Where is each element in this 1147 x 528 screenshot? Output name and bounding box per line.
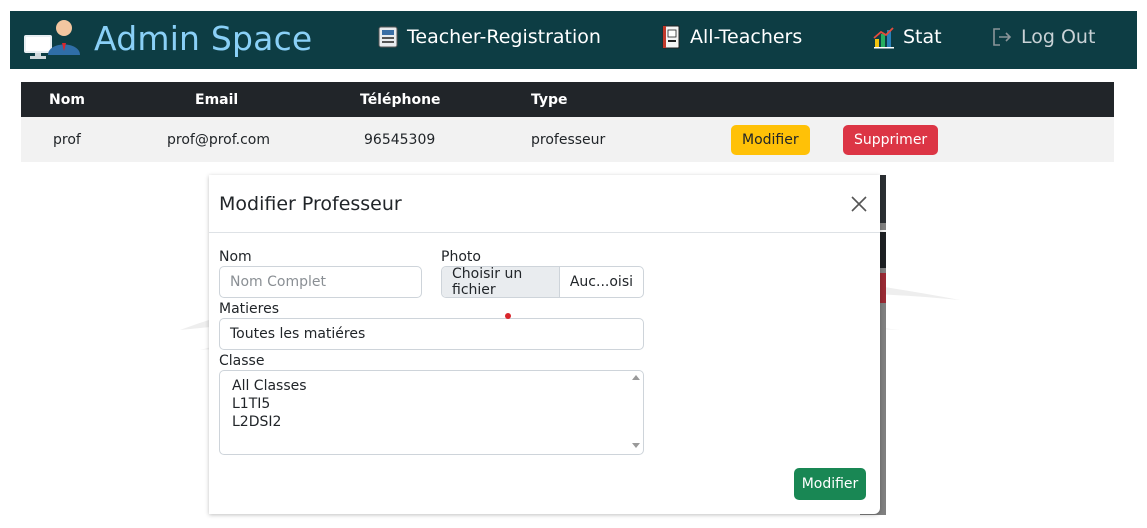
- cell-email: prof@prof.com: [167, 131, 270, 148]
- table-row: prof prof@prof.com 96545309 professeur M…: [21, 117, 1114, 162]
- classe-option[interactable]: L1TI5: [232, 395, 631, 413]
- admin-user-icon: [24, 20, 80, 59]
- cursor-dot: [505, 313, 511, 319]
- col-delete: [823, 82, 1114, 117]
- classe-option[interactable]: L2DSI2: [232, 413, 631, 431]
- cell-telephone: 96545309: [364, 131, 436, 148]
- classe-select[interactable]: All Classes L1TI5 L2DSI2: [219, 370, 644, 455]
- nav-stat[interactable]: Stat: [873, 25, 942, 49]
- nav-teacher-registration-label: Teacher-Registration: [407, 26, 601, 48]
- cell-edit: Modifier: [711, 117, 823, 162]
- matieres-label: Matieres: [219, 301, 280, 317]
- cell-type: professeur: [531, 131, 606, 148]
- registration-form-icon: [378, 26, 398, 48]
- nom-label: Nom: [219, 249, 252, 265]
- choose-file-button[interactable]: Choisir un fichier: [442, 267, 560, 297]
- modifier-button[interactable]: Modifier: [731, 124, 810, 155]
- matieres-input[interactable]: Toutes les matiéres: [219, 318, 644, 350]
- col-nom: Nom: [49, 91, 85, 108]
- top-navbar: Admin Space Teacher-Registration All-Tea…: [10, 11, 1137, 69]
- classe-option[interactable]: All Classes: [232, 377, 631, 395]
- modal-divider: [209, 232, 880, 233]
- photo-file-input[interactable]: Choisir un fichier Auc...oisi: [441, 266, 644, 298]
- nav-stat-label: Stat: [903, 26, 942, 48]
- bar-chart-icon: [873, 27, 894, 49]
- cell-nom: prof: [53, 131, 81, 148]
- brand-title: Admin Space: [94, 18, 313, 58]
- close-icon[interactable]: [849, 194, 869, 214]
- edit-teacher-modal: Modifier Professeur Nom Nom Complet Phot…: [209, 175, 880, 514]
- table-header-row: Nom Email Téléphone Type: [21, 82, 1114, 117]
- col-edit: [711, 82, 823, 117]
- nav-all-teachers[interactable]: All-Teachers: [660, 25, 802, 49]
- scroll-down-arrow-icon[interactable]: [632, 443, 640, 448]
- col-telephone: Téléphone: [360, 91, 441, 108]
- col-type: Type: [531, 91, 568, 108]
- cell-delete: Supprimer: [823, 117, 1114, 162]
- file-name-text: Auc...oisi: [569, 274, 633, 290]
- teachers-table: Nom Email Téléphone Type prof prof@prof.…: [21, 82, 1114, 162]
- col-email: Email: [195, 91, 239, 108]
- classe-label: Classe: [219, 353, 265, 369]
- supprimer-button[interactable]: Supprimer: [843, 124, 939, 155]
- nav-log-out-label: Log Out: [1021, 26, 1096, 48]
- logout-icon: [993, 28, 1012, 46]
- nav-all-teachers-label: All-Teachers: [690, 26, 803, 48]
- brand[interactable]: Admin Space: [22, 15, 312, 61]
- nav-log-out[interactable]: Log Out: [991, 25, 1095, 49]
- nom-input[interactable]: Nom Complet: [219, 266, 422, 298]
- scroll-up-arrow-icon[interactable]: [632, 375, 640, 380]
- contact-book-icon: [662, 25, 680, 49]
- modal-modifier-button[interactable]: Modifier: [794, 468, 866, 500]
- modal-title: Modifier Professeur: [219, 193, 402, 215]
- nav-teacher-registration[interactable]: Teacher-Registration: [377, 25, 601, 49]
- photo-label: Photo: [441, 249, 481, 265]
